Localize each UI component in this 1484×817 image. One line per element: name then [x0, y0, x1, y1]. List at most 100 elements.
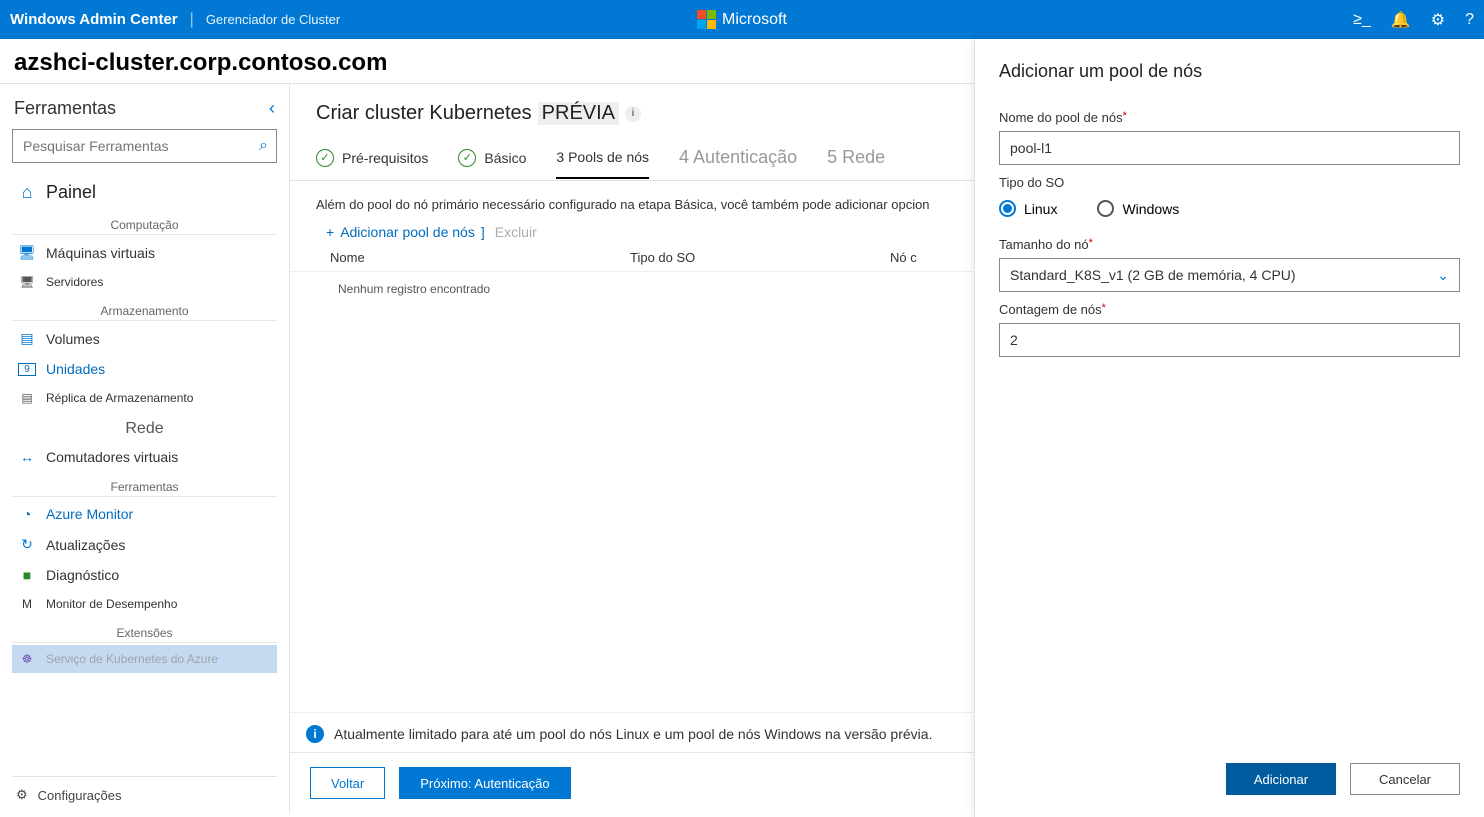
topbar: Windows Admin Center | Gerenciador de Cl…	[0, 0, 1484, 39]
sidebar-item-vms[interactable]: 🖥 Máquinas virtuais	[12, 237, 277, 268]
group-tools: Ferramentas	[12, 480, 277, 497]
product-name: Windows Admin Center	[10, 11, 178, 28]
label-os-type: Tipo do SO	[999, 175, 1460, 190]
label-pool-name: Nome do pool de nós*	[999, 110, 1460, 125]
home-icon: ⌂	[18, 182, 36, 203]
step-label: Básico	[484, 150, 526, 166]
collapse-sidebar-icon[interactable]: ‹	[269, 98, 275, 119]
step-basic[interactable]: ✓ Básico	[458, 141, 526, 179]
search-icon[interactable]: ⌕	[259, 137, 268, 155]
next-button[interactable]: Próximo: Autenticação	[399, 767, 570, 799]
bracket: ]	[481, 224, 485, 240]
back-button[interactable]: Voltar	[310, 767, 385, 799]
flyout-title: Adicionar um pool de nós	[999, 61, 1460, 82]
sidebar-item-label: Unidades	[46, 361, 105, 377]
step-label: 5 Rede	[827, 147, 885, 168]
check-icon: ✓	[458, 149, 476, 167]
info-icon: i	[306, 725, 324, 743]
brand-text: Microsoft	[722, 11, 787, 29]
step-label: 3 Pools de nós	[556, 149, 649, 165]
sidebar-item-azure-monitor[interactable]: ◔ Azure Monitor	[12, 499, 277, 529]
tools-title: Ferramentas	[14, 98, 116, 119]
radio-windows[interactable]: Windows	[1097, 200, 1179, 217]
sidebar-item-label: Comutadores virtuais	[46, 449, 178, 465]
radio-label: Linux	[1024, 201, 1057, 217]
sidebar-item-label: Serviço de Kubernetes do Azure	[46, 652, 218, 666]
help-icon[interactable]: ?	[1465, 11, 1474, 29]
sidebar-item-label: Diagnóstico	[46, 567, 119, 583]
sidebar-item-label: Configurações	[38, 788, 122, 803]
radio-label: Windows	[1122, 201, 1179, 217]
sidebar-item-label: Azure Monitor	[46, 506, 133, 522]
flyout-add-button[interactable]: Adicionar	[1226, 763, 1336, 795]
radio-linux[interactable]: Linux	[999, 200, 1057, 217]
sidebar-item-aks[interactable]: ☸ Serviço de Kubernetes do Azure	[12, 645, 277, 673]
os-type-radios: Linux Windows	[999, 200, 1460, 217]
vswitch-icon: ↔	[18, 449, 36, 465]
group-compute: Computação	[12, 218, 277, 235]
search-input[interactable]	[21, 137, 259, 155]
sidebar-settings[interactable]: ⚙ Configurações	[12, 776, 277, 803]
step-auth[interactable]: 4 Autenticação	[679, 139, 797, 180]
sidebar-item-label: Atualizações	[46, 537, 125, 553]
sidebar-item-storage-replica[interactable]: ▤ Réplica de Armazenamento	[12, 384, 277, 412]
microsoft-logo-icon	[697, 10, 716, 29]
tools-header: Ferramentas ‹	[12, 94, 277, 129]
sidebar-item-label: Volumes	[46, 331, 100, 347]
radio-dot-icon	[999, 200, 1016, 217]
add-label: Adicionar pool de nós	[340, 224, 475, 240]
notifications-icon[interactable]: 🔔	[1391, 10, 1411, 30]
tools-search[interactable]: ⌕	[12, 129, 277, 163]
sidebar-item-perf-monitor[interactable]: M Monitor de Desempenho	[12, 590, 277, 618]
select-value: Standard_K8S_v1 (2 GB de memória, 4 CPU)	[1010, 267, 1296, 283]
sidebar-item-label: Monitor de Desempenho	[46, 597, 177, 611]
info-text: Atualmente limitado para até um pool do …	[334, 726, 932, 742]
delete-nodepool-button: Excluir	[495, 224, 537, 240]
step-prereq[interactable]: ✓ Pré-requisitos	[316, 141, 428, 179]
check-icon: ✓	[316, 149, 334, 167]
add-nodepool-button[interactable]: + Adicionar pool de nós ]	[326, 224, 485, 240]
brand: Microsoft	[697, 10, 787, 29]
cloud-shell-icon[interactable]: ≥_	[1353, 11, 1371, 29]
step-network[interactable]: 5 Rede	[827, 139, 885, 180]
updates-icon: ↻	[18, 536, 36, 553]
sidebar-item-servers[interactable]: 🖥 Servidores	[12, 268, 277, 296]
group-extensions: Extensões	[12, 626, 277, 643]
sidebar-item-dashboard[interactable]: ⌂ Painel	[12, 175, 277, 210]
sidebar-item-vswitches[interactable]: ↔ Comutadores virtuais	[12, 442, 277, 472]
sidebar-item-label: Painel	[46, 182, 96, 203]
gear-icon: ⚙	[16, 787, 28, 803]
group-storage: Armazenamento	[12, 304, 277, 321]
sidebar-item-volumes[interactable]: ▤ Volumes	[12, 323, 277, 354]
info-icon[interactable]: i	[625, 106, 641, 122]
sidebar: Ferramentas ‹ ⌕ ⌂ Painel Computação 🖥 Má…	[0, 84, 290, 813]
sidebar-item-label: Réplica de Armazenamento	[46, 391, 193, 405]
flyout-footer: Adicionar Cancelar	[999, 743, 1460, 795]
label-node-size: Tamanho do nó*	[999, 237, 1460, 252]
plus-icon: +	[326, 224, 334, 240]
sidebar-item-drives[interactable]: 9 Unidades	[12, 354, 277, 384]
page-title-text: Criar cluster Kubernetes	[316, 102, 532, 125]
separator: |	[190, 11, 194, 29]
input-pool-name[interactable]	[999, 131, 1460, 165]
input-node-count[interactable]	[999, 323, 1460, 357]
flyout-add-nodepool: Adicionar um pool de nós Nome do pool de…	[974, 39, 1484, 817]
col-count: Nó c	[890, 250, 917, 265]
step-label: Pré-requisitos	[342, 150, 428, 166]
settings-icon[interactable]: ⚙	[1431, 10, 1445, 30]
vm-icon: 🖥	[18, 244, 36, 261]
group-network: Rede	[12, 420, 277, 440]
col-name: Nome	[330, 250, 590, 265]
step-nodepools[interactable]: 3 Pools de nós	[556, 141, 649, 179]
context-name[interactable]: Gerenciador de Cluster	[206, 12, 340, 27]
flyout-cancel-button[interactable]: Cancelar	[1350, 763, 1460, 795]
sidebar-item-updates[interactable]: ↻ Atualizações	[12, 529, 277, 560]
select-node-size[interactable]: Standard_K8S_v1 (2 GB de memória, 4 CPU)…	[999, 258, 1460, 292]
preview-label: PRÉVIA	[538, 102, 619, 125]
aks-icon: ☸	[18, 652, 36, 666]
chevron-down-icon: ⌄	[1437, 267, 1449, 284]
server-icon: 🖥	[18, 275, 36, 289]
sidebar-item-diagnostics[interactable]: ■ Diagnóstico	[12, 560, 277, 590]
step-label: 4 Autenticação	[679, 147, 797, 168]
radio-dot-icon	[1097, 200, 1114, 217]
